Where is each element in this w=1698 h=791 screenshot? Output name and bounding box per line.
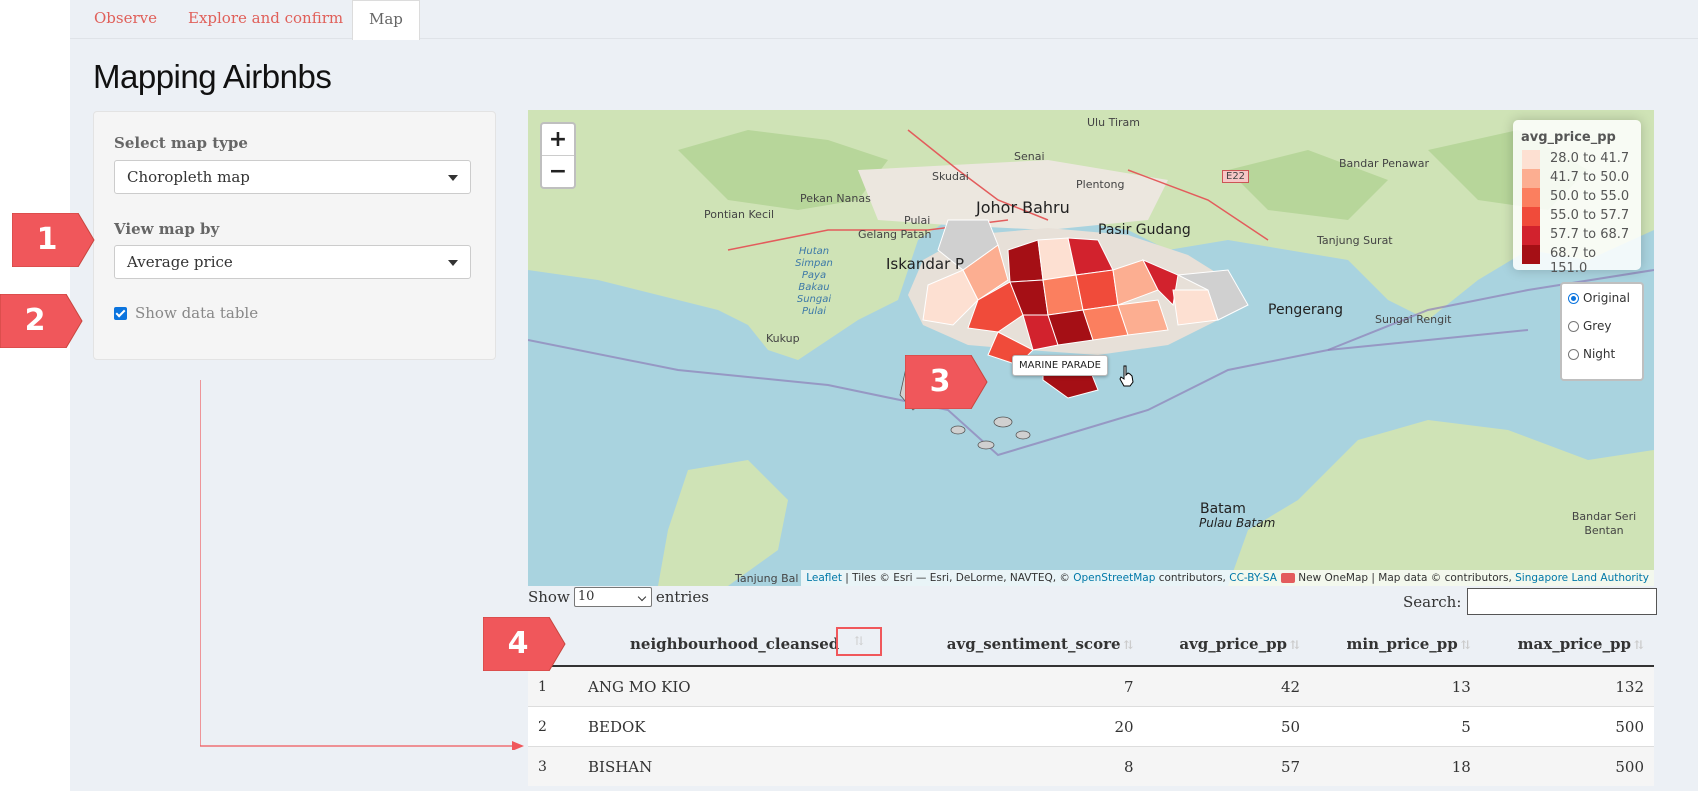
basemap-option-original[interactable]: Original — [1568, 291, 1630, 305]
callout-badge-3: 3 — [905, 355, 989, 409]
radio-icon[interactable] — [1568, 320, 1579, 332]
map-attribution: Leaflet | Tiles © Esri — Esri, DeLorme, … — [801, 570, 1654, 586]
leaflet-map[interactable]: Ulu Tiram Skudai Senai Pekan Nanas Ponti… — [528, 110, 1654, 586]
basemap-option-grey[interactable]: Grey — [1568, 319, 1611, 333]
legend-swatch — [1522, 245, 1540, 264]
map-label-tanjung-surat: Tanjung Surat — [1317, 234, 1393, 247]
table-row: 2 BEDOK 20 50 5 500 — [528, 706, 1654, 747]
sort-icon: ⇅ — [1290, 637, 1301, 652]
map-tooltip: MARINE PARADE — [1012, 355, 1108, 376]
checkbox-checked-icon[interactable] — [114, 306, 127, 320]
sort-icon: ⇅ — [854, 634, 865, 648]
column-header-avg-price[interactable]: avg_price_pp ⇅ — [1143, 622, 1311, 667]
table-row: 3 BISHAN 8 57 18 500 — [528, 746, 1654, 786]
radio-icon[interactable] — [1568, 348, 1579, 360]
radio-selected-icon[interactable] — [1568, 292, 1579, 304]
map-label-johor-bahru: Johor Bahru — [976, 198, 1070, 217]
show-table-checkbox-row[interactable]: Show data table — [114, 304, 258, 322]
callout-badge-1: 1 — [12, 213, 96, 267]
chevron-down-icon — [448, 175, 458, 181]
map-label-batam: Batam — [1200, 501, 1246, 517]
view-by-select[interactable]: Average price — [114, 245, 471, 279]
legend-swatch — [1522, 150, 1540, 169]
map-label-gelang-patah: Gelang Patah — [858, 228, 932, 241]
legend-swatch — [1522, 226, 1540, 245]
entries-control: Show 10 entries — [528, 587, 709, 607]
map-label-tanjung-bal: Tanjung Bal — [735, 572, 799, 585]
table-row: 1 ANG MO KIO 7 42 13 132 — [528, 665, 1654, 707]
basemap-layer-control: Original Grey Night — [1560, 282, 1644, 381]
map-label-bandar-penawar: Bandar Penawar — [1339, 157, 1429, 170]
legend-title: avg_price_pp — [1521, 130, 1616, 145]
map-label-pulau-batam: Pulau Batam — [1199, 516, 1276, 530]
map-label-senai: Senai — [1014, 150, 1045, 163]
hand-cursor-icon — [1119, 365, 1134, 387]
map-label-hutan: Hutan Simpan Paya Bakau Sungai Pulai — [795, 246, 833, 317]
search-input[interactable] — [1467, 588, 1658, 615]
sla-link[interactable]: Singapore Land Authority — [1515, 572, 1649, 584]
tab-observe[interactable]: Observe — [94, 0, 157, 38]
page-title: Mapping Airbnbs — [93, 58, 332, 95]
map-label-pulai: Pulai — [904, 214, 931, 227]
legend-item: 28.0 to 41.7 — [1522, 150, 1637, 169]
entries-select[interactable]: 10 — [573, 587, 652, 607]
chevron-down-icon — [448, 260, 458, 266]
sidebar-panel: Select map type Choropleth map View map … — [93, 111, 496, 360]
map-type-select[interactable]: Choropleth map — [114, 160, 471, 194]
legend-item: 68.7 to 151.0 — [1522, 245, 1637, 276]
map-label-pekan-nanas: Pekan Nanas — [800, 192, 871, 205]
map-label-plentong: Plentong — [1076, 178, 1125, 191]
zoom-out-button[interactable]: − — [542, 155, 574, 187]
column-header-sentiment[interactable]: avg_sentiment_score ⇅ — [898, 622, 1144, 667]
tab-explore-and-confirm[interactable]: Explore and confirm — [188, 0, 343, 38]
cc-by-sa-link[interactable]: CC-BY-SA — [1229, 572, 1277, 584]
connector-arrow — [200, 380, 524, 750]
map-type-value: Choropleth map — [127, 168, 250, 186]
legend-item: 55.0 to 57.7 — [1522, 207, 1637, 226]
zoom-control: + − — [540, 122, 576, 189]
legend-swatch — [1522, 188, 1540, 207]
view-by-value: Average price — [127, 253, 233, 271]
zoom-in-button[interactable]: + — [542, 124, 574, 155]
highlighted-sort-control[interactable]: ⇅ — [836, 627, 882, 656]
column-header-max-price[interactable]: max_price_pp ⇅ — [1480, 622, 1654, 667]
tab-map[interactable]: Map — [352, 0, 420, 40]
callout-badge-2: 2 — [0, 294, 84, 348]
legend-item: 57.7 to 68.7 — [1522, 226, 1637, 245]
map-type-label: Select map type — [114, 134, 248, 152]
sort-icon: ⇅ — [1460, 637, 1471, 652]
callout-badge-4: 4 — [483, 617, 567, 671]
map-label-e22: E22 — [1222, 170, 1250, 183]
legend-item: 50.0 to 55.0 — [1522, 188, 1637, 207]
column-header-min-price[interactable]: min_price_pp ⇅ — [1310, 622, 1481, 667]
sort-icon: ⇅ — [1123, 637, 1134, 652]
map-label-ulu-tiram: Ulu Tiram — [1087, 116, 1140, 129]
map-label-pasir-gudang: Pasir Gudang — [1098, 222, 1191, 238]
onemap-logo-icon — [1280, 573, 1295, 583]
data-table: neighbourhood_cleansed avg_sentiment_sco… — [528, 622, 1654, 786]
map-label-pengerang: Pengerang — [1268, 302, 1344, 318]
map-label-iskandar: Iskandar P — [886, 255, 965, 273]
map-label-pontian: Pontian Kecil — [704, 208, 775, 221]
tab-bar: Observe Explore and confirm Map — [70, 0, 1698, 40]
leaflet-link[interactable]: Leaflet — [806, 572, 842, 584]
map-label-skudai: Skudai — [932, 170, 969, 183]
legend-item: 41.7 to 50.0 — [1522, 169, 1637, 188]
map-label-sungai-rengit: Sungai Rengit — [1375, 313, 1452, 326]
map-label-kukup: Kukup — [766, 332, 800, 345]
osm-link[interactable]: OpenStreetMap — [1073, 572, 1155, 584]
map-legend: avg_price_pp 28.0 to 41.7 41.7 to 50.0 5… — [1513, 120, 1641, 276]
sort-icon: ⇅ — [1633, 637, 1644, 652]
legend-swatch — [1522, 169, 1540, 188]
map-label-bandar-seri: Bandar Seri Bentan — [1571, 510, 1637, 537]
show-table-label: Show data table — [135, 304, 259, 322]
view-by-label: View map by — [114, 220, 220, 238]
basemap-option-night[interactable]: Night — [1568, 347, 1615, 361]
table-search: Search: — [1403, 588, 1658, 615]
legend-swatch — [1522, 207, 1540, 226]
